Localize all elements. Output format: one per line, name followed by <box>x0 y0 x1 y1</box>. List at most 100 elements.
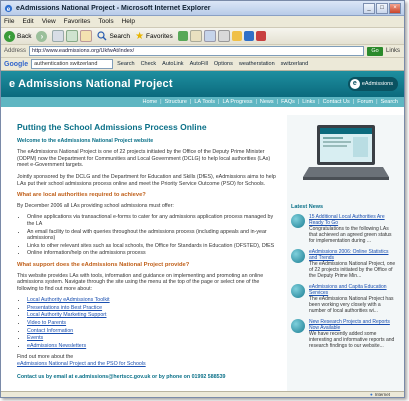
forward-arrow-icon: › <box>36 30 48 42</box>
list-item: Links to other relevant sites such as lo… <box>27 243 279 250</box>
home-icon[interactable] <box>80 30 93 42</box>
link-video[interactable]: Video to Parents <box>27 320 66 326</box>
title-bar: e eAdmissions National Project - Microso… <box>1 1 404 16</box>
google-location-item[interactable]: switzerland <box>281 61 309 67</box>
menu-edit[interactable]: Edit <box>22 18 33 25</box>
google-options-button[interactable]: Options <box>214 61 233 67</box>
support-paragraph: This website provides LAs with tools, in… <box>17 272 264 292</box>
google-weather-item[interactable]: weatherstation <box>239 61 275 67</box>
go-button[interactable]: Go <box>366 46 383 56</box>
menu-tools[interactable]: Tools <box>98 18 113 25</box>
support-links-list: Local Authority eAdmissions Toolkit Pres… <box>17 297 279 349</box>
requirements-heading: What are local authorities required to a… <box>17 192 146 199</box>
news-item: 15 Additional Local Authorities Are Read… <box>291 214 398 244</box>
news-summary: Congratulations to the following LAs tha… <box>309 226 392 244</box>
link-marketing-support[interactable]: Local Authority Marketing Support <box>27 312 107 318</box>
favorites-button[interactable]: ★ Favorites <box>135 31 173 42</box>
nav-structure[interactable]: Structure <box>165 99 187 105</box>
menu-view[interactable]: View <box>42 18 56 25</box>
news-summary: The eAdmissions National Project has bee… <box>309 296 394 314</box>
site-title[interactable]: e Admissions National Project <box>9 78 348 90</box>
back-label: Back <box>17 32 32 40</box>
google-autolink-button[interactable]: AutoLink <box>162 61 183 67</box>
main-column: Putting the School Admissions Process On… <box>1 115 287 397</box>
google-autofill-button[interactable]: AutoFill <box>190 61 208 67</box>
svg-text:e: e <box>7 5 11 12</box>
favorites-label: Favorites <box>146 32 173 40</box>
links-button[interactable]: Links <box>386 48 400 54</box>
maximize-button[interactable]: □ <box>376 2 388 14</box>
news-bullet-icon <box>291 214 305 228</box>
link-newsletters[interactable]: eAdmissions Newsletters <box>27 343 86 349</box>
google-search-field[interactable]: authentication switzerland <box>31 59 114 69</box>
mail-icon[interactable] <box>203 30 216 42</box>
media-icon[interactable] <box>177 31 188 41</box>
menu-file[interactable]: File <box>4 18 14 25</box>
history-icon[interactable] <box>189 30 202 42</box>
link-toolkit[interactable]: Local Authority eAdmissions Toolkit <box>27 297 110 303</box>
news-title-link[interactable]: New Research Projects and Reports Now Av… <box>309 319 398 331</box>
browser-window: e eAdmissions National Project - Microso… <box>0 0 405 398</box>
page-content: Putting the School Admissions Process On… <box>1 115 404 397</box>
refresh-icon[interactable] <box>66 30 79 42</box>
link-best-practice[interactable]: Presentations into Best Practice <box>27 305 102 311</box>
menu-favorites[interactable]: Favorites <box>64 18 91 25</box>
nav-links[interactable]: Links <box>302 99 315 105</box>
toolbar: ‹ Back › Search ★ Favorites <box>1 28 404 45</box>
site-nav: Home | Structure | LA Tools | LA Progress | … <box>1 97 404 107</box>
url-field[interactable]: http://www.eadmissions.org/UkfwAt/index/ <box>29 46 364 56</box>
address-label: Address <box>4 48 27 54</box>
google-logo: Google <box>4 60 29 68</box>
welcome-text: Welcome to the eAdmissions National Proj… <box>17 137 154 144</box>
google-check-button[interactable]: Check <box>141 61 157 67</box>
nav-home[interactable]: Home <box>142 99 157 105</box>
print-icon[interactable] <box>217 30 230 42</box>
menu-help[interactable]: Help <box>122 18 135 25</box>
search-label: Search <box>109 32 131 40</box>
close-button[interactable]: × <box>389 2 401 14</box>
list-item: Online applications via transactional e-… <box>27 214 279 227</box>
link-contact-info[interactable]: Contact Information <box>27 328 73 334</box>
minimize-button[interactable]: _ <box>363 2 375 14</box>
globe-icon: ● <box>370 392 373 397</box>
news-bullet-icon <box>291 319 305 333</box>
news-title-link[interactable]: eAdmissions 2006: Online Statistics and … <box>309 249 398 261</box>
nav-search[interactable]: Search <box>381 99 398 105</box>
news-title-link[interactable]: 15 Additional Local Authorities Are Read… <box>309 214 398 226</box>
research-icon[interactable] <box>255 31 266 41</box>
window-title: eAdmissions National Project - Microsoft… <box>16 4 211 12</box>
news-item: eAdmissions and Capita Education Service… <box>291 284 398 314</box>
google-toolbar: Google authentication switzerland Search… <box>1 58 404 71</box>
menu-bar: File Edit View Favorites Tools Help <box>1 16 404 28</box>
nav-faqs[interactable]: FAQs <box>281 99 295 105</box>
news-title-link[interactable]: eAdmissions and Capita Education Service… <box>309 284 398 296</box>
contact-line: Contact us by email at e.admissions@hert… <box>17 373 226 380</box>
google-search-button[interactable]: Search <box>117 61 134 67</box>
news-summary: We have recently added some interesting … <box>309 331 395 349</box>
nav-la-progress[interactable]: LA Progress <box>222 99 252 105</box>
intro-paragraph-2: Jointly sponsored by the DCLG and the De… <box>17 173 276 187</box>
search-icon <box>97 31 107 41</box>
nav-news[interactable]: News <box>260 99 274 105</box>
stop-icon[interactable] <box>52 30 65 42</box>
messenger-icon[interactable] <box>243 31 254 41</box>
news-bullet-icon <box>291 284 305 298</box>
back-button[interactable]: ‹ Back <box>4 30 32 42</box>
forward-button[interactable]: › <box>36 30 48 42</box>
admissions-badge[interactable]: e eAdmissions <box>347 77 398 91</box>
ie-logo-icon: e <box>4 4 13 12</box>
news-item: New Research Projects and Reports Now Av… <box>291 319 398 349</box>
nav-la-tools[interactable]: LA Tools <box>194 99 215 105</box>
laptop-illustration <box>303 125 389 180</box>
page-title: Putting the School Admissions Process On… <box>17 122 207 132</box>
search-button[interactable]: Search <box>97 31 130 41</box>
list-item: Online information/help on the admission… <box>27 250 279 257</box>
nav-forum[interactable]: Forum <box>357 99 373 105</box>
link-pso[interactable]: eAdmissions National Project and the PSO… <box>17 361 146 367</box>
folder-icon[interactable] <box>231 31 242 41</box>
back-arrow-icon: ‹ <box>4 30 15 42</box>
status-bar: ● Internet <box>1 391 404 397</box>
nav-contact-us[interactable]: Contact Us <box>323 99 350 105</box>
admissions-logo-icon: e <box>349 79 360 89</box>
link-events[interactable]: Events <box>27 335 43 341</box>
